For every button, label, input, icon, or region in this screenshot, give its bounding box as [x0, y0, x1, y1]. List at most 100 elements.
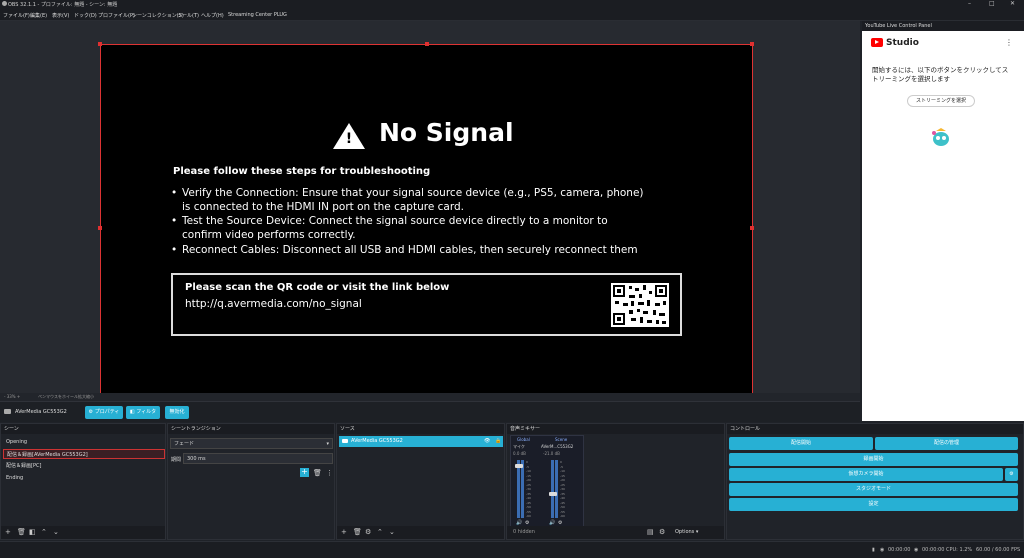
menu-edit[interactable]: 編集(E) [30, 12, 47, 19]
minimize-button[interactable]: – [968, 0, 971, 7]
zoom-bar: - 33% + ペンマウスをホイール拡大縮小 [0, 393, 860, 401]
filters-button[interactable]: ◧ フィルタ [126, 406, 160, 419]
lock-icon[interactable]: 🔒 [495, 436, 501, 447]
fps: 60.00 / 60.00 FPS [976, 547, 1021, 553]
scene-item[interactable]: Ending [3, 473, 165, 483]
resize-handle[interactable] [750, 42, 754, 46]
trash-icon[interactable]: 🗑 [17, 528, 26, 536]
duration-value: 300 ms [187, 456, 206, 462]
studio-mode-button[interactable]: スタジオモード [729, 483, 1018, 496]
more-icon[interactable]: ⋮ [326, 469, 333, 477]
stream-icon: ◉ [880, 547, 885, 553]
trash-icon[interactable]: 🗑 [313, 469, 322, 477]
bullet-2-line-2: confirm video performs correctly. [182, 229, 356, 241]
menu-profile[interactable]: プロファイル(P) [98, 12, 135, 19]
close-button[interactable]: ✕ [1010, 0, 1015, 7]
deactivate-button[interactable]: 無効化 [165, 406, 189, 419]
move-up-icon[interactable]: ⌃ [41, 528, 47, 536]
menu-bar: ファイル(F) 編集(E) 表示(V) ドック(D) プロファイル(P) シーン… [0, 9, 1024, 21]
volume-slider-handle[interactable] [549, 492, 557, 496]
resize-handle[interactable] [98, 226, 102, 230]
qr-heading: Please scan the QR code or visit the lin… [185, 282, 450, 293]
zoom-hint: ペンマウスをホイール拡大縮小 [38, 394, 94, 399]
bullet-1-line-1: Verify the Connection: Ensure that your … [182, 187, 644, 199]
channel-1-db: 0.0 dB [513, 451, 526, 456]
cpu-usage: CPU: 1.2% [946, 547, 973, 553]
start-streaming-button[interactable]: 配信開始 [729, 437, 873, 450]
preview-area[interactable]: ! No Signal Please follow these steps fo… [0, 21, 860, 412]
add-transition-button[interactable]: + [300, 468, 309, 477]
virtual-camera-settings-button[interactable]: ⚙ [1005, 468, 1018, 481]
options-button[interactable]: Options ▾ [675, 529, 698, 535]
obs-logo-icon [2, 1, 7, 6]
trash-icon[interactable]: 🗑 [353, 528, 362, 536]
gear-icon[interactable]: ⚙ [365, 528, 371, 536]
manage-broadcast-button[interactable]: 配信の管理 [875, 437, 1018, 450]
audio-mixer-dock-title: 音声ミキサー [507, 424, 724, 434]
qr-code-icon [611, 283, 669, 327]
volume-slider-handle[interactable] [515, 464, 523, 468]
more-icon[interactable]: ⋮ [1005, 38, 1013, 47]
menu-streaming-center-plug[interactable]: Streaming Center PLUG [228, 12, 287, 18]
start-recording-button[interactable]: 録画開始 [729, 453, 1018, 466]
no-signal-heading: No Signal [379, 118, 514, 147]
menu-docks[interactable]: ドック(D) [74, 12, 97, 19]
global-label: Global [517, 437, 530, 442]
selected-source-name: AVerMedia GC553G2 [15, 409, 67, 415]
menu-help[interactable]: ヘルプ(H) [201, 12, 224, 19]
resize-handle[interactable] [750, 226, 754, 230]
mixer-layout-icon[interactable]: ▤ [647, 528, 654, 536]
scene-item[interactable]: Opening [3, 437, 165, 447]
maximize-button[interactable]: □ [989, 0, 995, 7]
advanced-audio-icon[interactable]: ⚙ [659, 528, 665, 536]
meter-scale: 0 -5 -10 -15 -20 -25 -30 -35 -40 -45 -50 -55 -60 [526, 460, 531, 518]
transition-select[interactable]: フェード ▾ [170, 438, 333, 449]
controls-dock: コントロール 配信開始 配信の管理 録画開始 仮想カメラ開始 ⚙ スタジオモード… [726, 423, 1024, 540]
mixer-footer: 0 hidden ▤ ⚙ Options ▾ [507, 526, 724, 539]
qr-link: http://q.avermedia.com/no_signal [185, 298, 362, 310]
move-down-icon[interactable]: ⌄ [389, 528, 395, 536]
studio-brand: Studio [886, 38, 919, 48]
move-down-icon[interactable]: ⌄ [53, 528, 59, 536]
title-bar: OBS 32.1.1 - プロファイル: 無題 - シーン: 無題 – □ ✕ [0, 0, 1024, 9]
duration-input[interactable]: 300 ms [183, 453, 333, 464]
volume-meter [551, 460, 554, 518]
menu-tools[interactable]: ツール(T) [177, 12, 199, 19]
transitions-dock-title: シーントランジション [168, 424, 334, 434]
select-stream-button[interactable]: ストリーミングを選択 [907, 95, 975, 107]
chevron-down-icon: ▾ [326, 441, 329, 447]
audio-mixer-dock: 音声ミキサー Global Scene マイク AVerM...C553G2 0… [506, 423, 725, 540]
add-icon[interactable]: + [341, 528, 347, 536]
resize-handle[interactable] [98, 42, 102, 46]
sources-footer: + 🗑 ⚙ ⌃ ⌄ [337, 526, 504, 539]
settings-button[interactable]: 設定 [729, 498, 1018, 511]
volume-meter [521, 460, 524, 518]
zoom-level[interactable]: - 33% + [4, 394, 20, 399]
rec-icon: ◉ [914, 547, 919, 553]
menu-view[interactable]: 表示(V) [52, 12, 69, 19]
source-item[interactable]: AVerMedia GC553G2 👁 🔒 [339, 436, 503, 447]
start-virtual-camera-button[interactable]: 仮想カメラ開始 [729, 468, 1003, 481]
camera-icon [342, 439, 348, 443]
preview-video[interactable]: ! No Signal Please follow these steps fo… [98, 42, 754, 412]
scene-item[interactable]: 配信＆録画[PC] [3, 461, 165, 471]
source-toolbar: AVerMedia GC553G2 ⚙ プロパティ ◧ フィルタ 無効化 [0, 401, 860, 422]
add-icon[interactable]: + [5, 528, 11, 536]
bullet-dot: • [171, 215, 178, 227]
channel-2-name: AVerM...C553G2 [541, 444, 574, 449]
filters-label: フィルタ [136, 409, 157, 415]
properties-label: プロパティ [94, 409, 120, 415]
resize-handle[interactable] [425, 42, 429, 46]
options-label: Options [675, 529, 695, 535]
stream-time: 00:00:00 [888, 547, 911, 553]
eye-icon[interactable]: 👁 [484, 436, 490, 447]
menu-file[interactable]: ファイル(F) [3, 12, 30, 19]
move-up-icon[interactable]: ⌃ [377, 528, 383, 536]
scene-item-selected[interactable]: 配信＆録画[AVerMedia GC553G2] [3, 449, 165, 459]
network-icon: ▮ [872, 547, 875, 553]
duration-label: 期間 [171, 457, 182, 463]
warning-exclamation-icon: ! [345, 131, 353, 147]
source-item-label: AVerMedia GC553G2 [351, 438, 403, 444]
filter-icon[interactable]: ◧ [29, 528, 36, 536]
properties-button[interactable]: ⚙ プロパティ [85, 406, 123, 419]
